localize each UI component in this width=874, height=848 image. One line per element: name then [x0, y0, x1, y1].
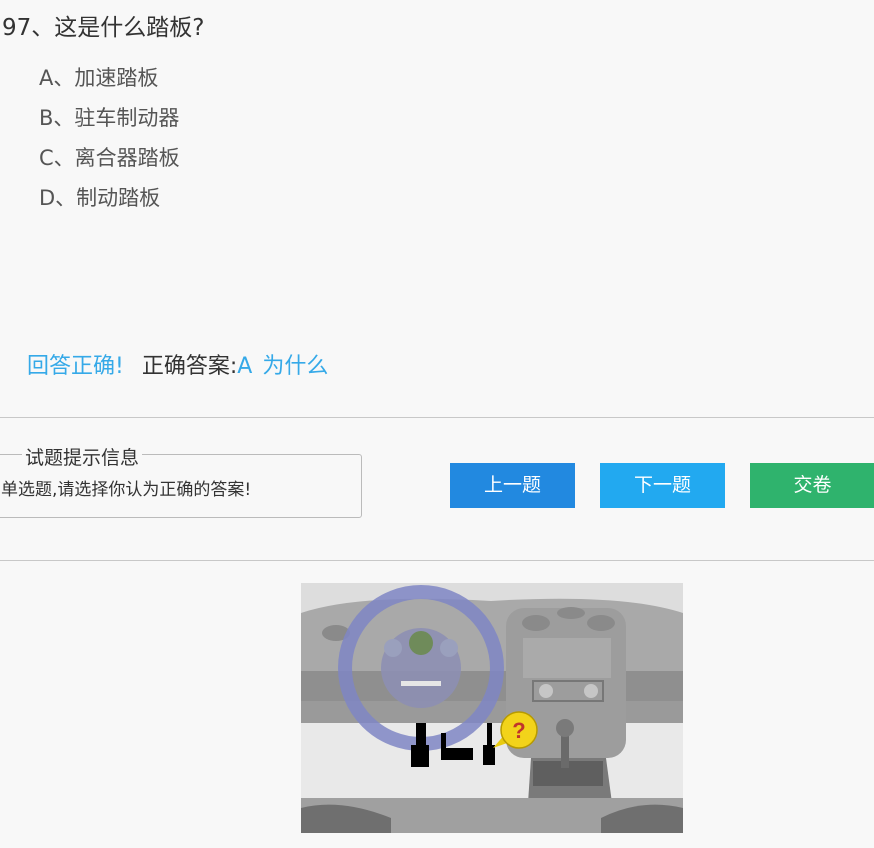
answer-result: 回答正确! 正确答案:A 为什么: [27, 348, 328, 380]
option-b[interactable]: B、驻车制动器: [39, 102, 180, 142]
correct-answer-label: 正确答案:: [141, 354, 238, 379]
option-a[interactable]: A、加速踏板: [39, 62, 180, 102]
divider-top: [0, 417, 874, 418]
submit-exam-button[interactable]: 交卷: [750, 463, 874, 508]
car-interior-illustration: ?: [301, 583, 683, 833]
next-question-button[interactable]: 下一题: [600, 463, 725, 508]
callout-question-mark: ?: [512, 718, 525, 743]
prev-question-button[interactable]: 上一题: [450, 463, 575, 508]
question-text: 97、这是什么踏板?: [2, 15, 205, 41]
divider-bottom: [0, 560, 874, 561]
option-c[interactable]: C、离合器踏板: [39, 142, 180, 182]
option-d[interactable]: D、制动踏板: [39, 182, 180, 222]
hint-legend: 试题提示信息: [22, 443, 143, 470]
result-status: 回答正确!: [27, 354, 124, 379]
options-list: A、加速踏板 B、驻车制动器 C、离合器踏板 D、制动踏板: [39, 62, 180, 222]
why-link[interactable]: 为什么: [262, 354, 328, 379]
hint-text: 单选题,请选择你认为正确的答案!: [1, 480, 252, 500]
hint-box: 试题提示信息 单选题,请选择你认为正确的答案!: [0, 443, 362, 518]
correct-answer-value: A: [237, 354, 253, 379]
